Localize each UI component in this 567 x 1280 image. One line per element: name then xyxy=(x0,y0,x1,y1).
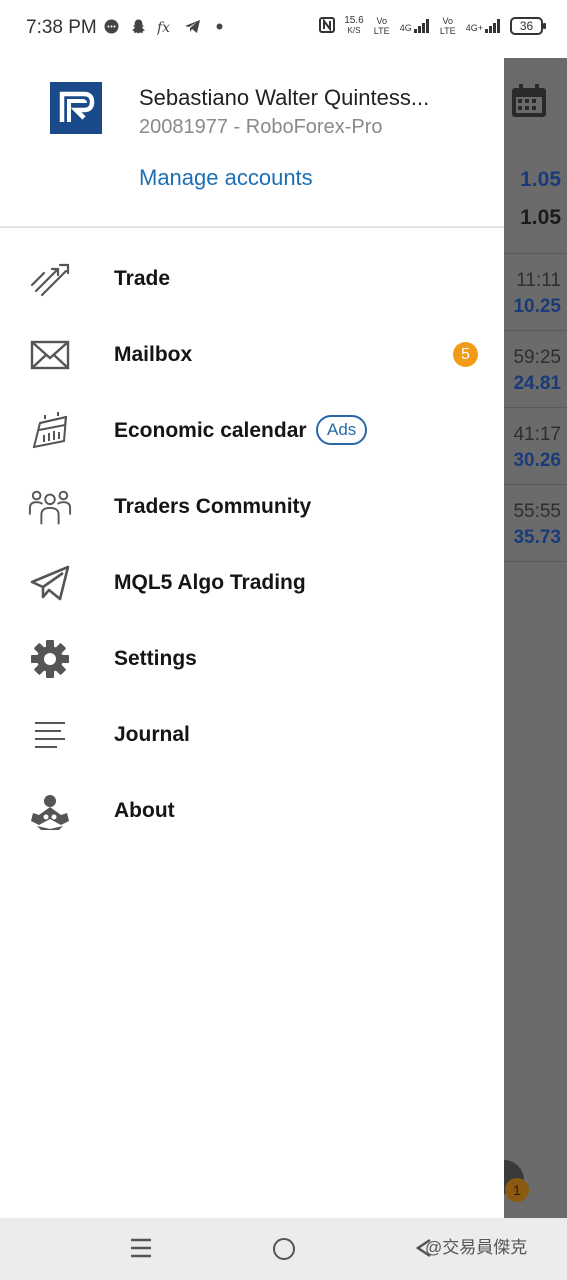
menu-item-settings[interactable]: Settings xyxy=(0,621,504,697)
fx-icon: fx xyxy=(156,18,174,36)
sim1-volte: Vo LTE xyxy=(373,16,390,36)
menu-label: Mailbox xyxy=(114,343,193,366)
watermark: @交易員傑克 xyxy=(425,1238,528,1257)
manage-accounts-link[interactable]: Manage accounts xyxy=(139,165,313,191)
dot-icon xyxy=(211,18,228,35)
journal-icon xyxy=(28,715,72,755)
navigation-drawer: Sebastiano Walter Quintess... 20081977 -… xyxy=(0,58,504,1218)
menu-label: Trade xyxy=(114,267,171,290)
bg-quote: 55:55 xyxy=(513,501,561,522)
net-speed: 15.6 K/S xyxy=(344,16,363,36)
telegram-status-icon xyxy=(184,18,201,35)
bg-quote: 24.81 xyxy=(513,373,561,394)
bg-quote: 10.25 xyxy=(513,296,561,317)
battery-icon: 36 xyxy=(510,17,546,35)
sim1-gen: 4G xyxy=(399,23,412,33)
menu-item-mailbox[interactable]: Mailbox 5 xyxy=(0,317,504,393)
calendar-toolbar-icon xyxy=(512,84,546,117)
background-app: 1.05 1.05 11:11 10.25 59:25 24.81 41:17 … xyxy=(504,58,567,1218)
snapchat-icon xyxy=(130,18,147,35)
divider xyxy=(504,484,567,485)
drawer-menu: Trade Mailbox 5 Economic calendar Ads Tr… xyxy=(0,241,504,849)
recent-apps-icon[interactable] xyxy=(130,1237,152,1259)
menu-label: About xyxy=(114,799,175,822)
bg-quote: 1.05 xyxy=(520,168,561,191)
divider xyxy=(504,253,567,254)
notification-icons: fx xyxy=(103,18,228,36)
menu-item-mql5-algo-trading[interactable]: MQL5 Algo Trading xyxy=(0,545,504,621)
sim2-volte: Vo LTE xyxy=(439,16,456,36)
menu-item-traders-community[interactable]: Traders Community xyxy=(0,469,504,545)
menu-item-economic-calendar[interactable]: Economic calendar Ads xyxy=(0,393,504,469)
menu-item-trade[interactable]: Trade xyxy=(0,241,504,317)
menu-label: Traders Community xyxy=(114,495,312,518)
ads-tag: Ads xyxy=(316,415,368,445)
mailbox-count-badge: 5 xyxy=(453,342,478,367)
divider xyxy=(504,407,567,408)
bg-quote: 30.26 xyxy=(513,450,561,471)
system-nav-bar: @交易員傑克 xyxy=(0,1218,567,1280)
divider xyxy=(504,561,567,562)
svg-text:fx: fx xyxy=(157,20,170,35)
about-icon xyxy=(28,791,72,831)
menu-label: Economic calendar xyxy=(114,419,307,442)
community-icon xyxy=(28,487,72,527)
drawer-header: Sebastiano Walter Quintess... 20081977 -… xyxy=(0,58,504,228)
trade-icon xyxy=(28,259,72,299)
menu-label: Settings xyxy=(114,647,197,670)
bg-quote: 35.73 xyxy=(513,527,561,548)
sim1-signal: 4G xyxy=(400,19,430,33)
status-bar: 7:38 PM fx 15.6 K/S Vo LTE 4G Vo LTE 4G+… xyxy=(0,0,567,58)
calendar-icon xyxy=(28,411,72,451)
menu-item-about[interactable]: About xyxy=(0,773,504,849)
net-speed-unit: K/S xyxy=(347,26,361,35)
menu-item-journal[interactable]: Journal xyxy=(0,697,504,773)
menu-label: Journal xyxy=(114,723,190,746)
gear-icon xyxy=(28,639,72,679)
sim2-gen: 4G+ xyxy=(465,23,483,33)
net-speed-value: 15.6 xyxy=(344,15,364,26)
broker-logo xyxy=(50,82,102,134)
divider xyxy=(504,330,567,331)
account-name[interactable]: Sebastiano Walter Quintess... xyxy=(139,85,459,111)
sim2-signal: 4G+ xyxy=(466,19,501,33)
bg-quote: 59:25 xyxy=(513,347,561,368)
nfc-icon xyxy=(319,16,336,36)
menu-label: MQL5 Algo Trading xyxy=(114,571,306,594)
bg-quote: 41:17 xyxy=(513,424,561,445)
fab-badge: 1 xyxy=(505,1178,529,1202)
telegram-icon xyxy=(28,563,72,603)
home-button-icon[interactable] xyxy=(273,1238,295,1260)
bg-quote: 11:11 xyxy=(516,270,561,291)
mail-icon xyxy=(28,335,72,375)
system-icons: 15.6 K/S Vo LTE 4G Vo LTE 4G+ 36 xyxy=(319,16,546,36)
bg-quote: 1.05 xyxy=(520,206,561,229)
status-time: 7:38 PM xyxy=(26,17,97,38)
chat-bubble-icon xyxy=(103,18,120,35)
account-number-server: 20081977 - RoboForex-Pro xyxy=(139,116,383,138)
